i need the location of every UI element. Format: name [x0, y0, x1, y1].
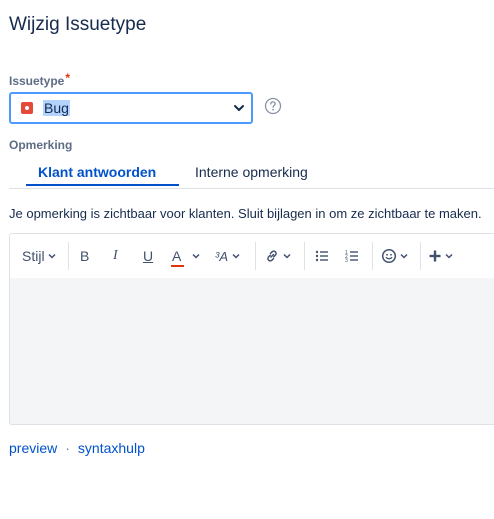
- chevron-down-icon: [400, 253, 408, 259]
- issuetype-select-value: Bug: [43, 100, 70, 116]
- chevron-down-icon: [283, 253, 291, 259]
- emoji-button[interactable]: [381, 247, 409, 265]
- text-color-button[interactable]: A: [171, 247, 201, 267]
- preview-link[interactable]: preview: [9, 440, 57, 456]
- issuetype-select[interactable]: Bug: [9, 92, 253, 124]
- chevron-down-icon: [48, 253, 56, 259]
- tab-internal-comment[interactable]: Interne opmerking: [195, 164, 308, 180]
- more-formatting-button[interactable]: ³A: [215, 247, 241, 265]
- underline-button[interactable]: U: [143, 247, 153, 265]
- insert-button[interactable]: [428, 247, 454, 265]
- bullet-list-icon: [315, 250, 328, 262]
- issuetype-label: Issuetype*: [9, 71, 71, 88]
- toolbar-divider: [304, 242, 305, 270]
- dialog-title: Wijzig Issuetype: [9, 14, 147, 35]
- comment-textarea[interactable]: [10, 278, 494, 424]
- svg-text:3: 3: [345, 258, 348, 264]
- link-separator: ·: [65, 440, 70, 456]
- toolbar-divider: [420, 242, 421, 270]
- comment-label: Opmerking: [9, 138, 73, 152]
- visibility-notice: Je opmerking is zichtbaar voor klanten. …: [9, 206, 482, 221]
- toolbar-divider: [372, 242, 373, 270]
- style-dropdown[interactable]: Stijl: [22, 247, 57, 265]
- text-color-glyph: A: [172, 248, 182, 264]
- italic-button[interactable]: I: [113, 247, 118, 265]
- text-color-icon: A: [171, 248, 184, 267]
- text-color-bar: [171, 265, 184, 267]
- bold-button[interactable]: B: [80, 247, 89, 265]
- numbered-list-button[interactable]: 1 2 3: [344, 247, 360, 265]
- tab-customer-reply[interactable]: Klant antwoorden: [38, 164, 156, 180]
- comment-editor: Stijl B I U A ³A 1 2 3: [9, 233, 494, 425]
- toolbar-divider: [255, 242, 256, 270]
- more-formatting-icon: ³A: [215, 248, 228, 264]
- editor-toolbar: Stijl B I U A ³A 1 2 3: [10, 234, 494, 279]
- chevron-down-icon: [445, 253, 453, 259]
- link-button[interactable]: [264, 247, 292, 265]
- toolbar-divider: [68, 242, 69, 270]
- bullet-list-button[interactable]: [314, 247, 330, 265]
- active-tab-indicator: [26, 184, 179, 186]
- chevron-down-icon: [234, 105, 244, 111]
- syntax-help-link[interactable]: syntaxhulp: [78, 440, 145, 456]
- link-icon: [267, 250, 277, 262]
- bug-icon: [21, 102, 33, 114]
- style-dropdown-label: Stijl: [22, 248, 45, 264]
- emoji-icon: [381, 248, 397, 264]
- question-circle-icon[interactable]: [264, 97, 282, 115]
- chevron-down-icon: [232, 253, 240, 259]
- comment-tabs: Klant antwoorden Interne opmerking: [9, 162, 494, 189]
- issuetype-label-text: Issuetype: [9, 74, 65, 88]
- plus-icon: [429, 250, 441, 262]
- numbered-list-icon: 1 2 3: [345, 250, 358, 264]
- chevron-down-icon: [192, 253, 200, 259]
- required-mark: *: [65, 71, 71, 85]
- editor-footer-links: preview · syntaxhulp: [9, 440, 145, 456]
